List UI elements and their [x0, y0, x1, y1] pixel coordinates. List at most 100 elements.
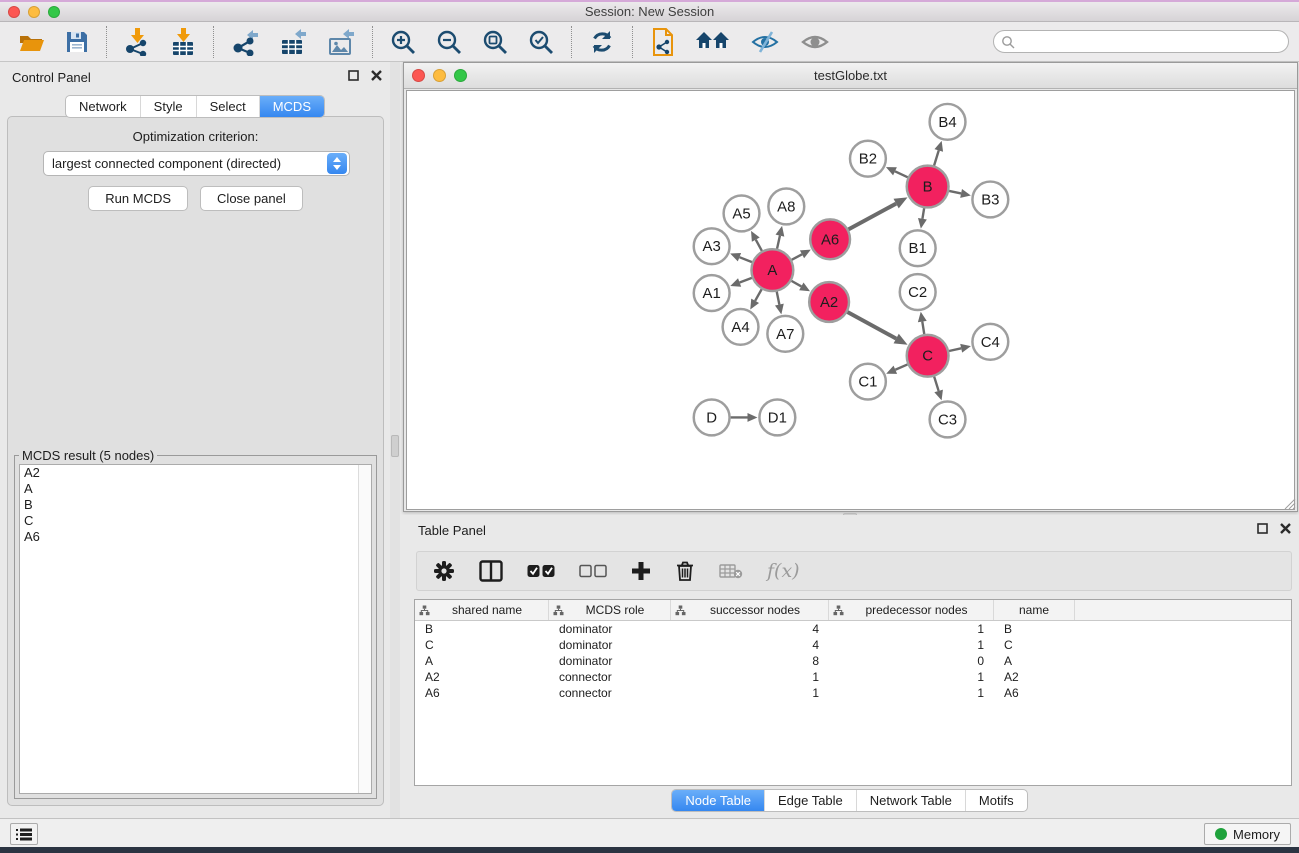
graph-edge[interactable] — [739, 257, 752, 262]
graph-edge[interactable] — [922, 208, 924, 219]
table-cell[interactable]: 1 — [829, 686, 994, 700]
zoom-selected-icon[interactable] — [528, 29, 554, 55]
mcds-result-item[interactable]: A — [20, 481, 371, 497]
export-table-icon[interactable] — [279, 28, 307, 56]
graph-edge[interactable] — [934, 150, 939, 165]
close-panel-button[interactable]: Close panel — [200, 186, 303, 211]
table-cell[interactable]: C — [994, 638, 1075, 652]
graph-edge[interactable] — [934, 377, 938, 391]
table-cell[interactable]: connector — [549, 686, 671, 700]
criterion-dropdown[interactable]: largest connected component (directed) — [43, 151, 350, 176]
table-cell[interactable]: dominator — [549, 654, 671, 668]
table-cell[interactable]: B — [994, 622, 1075, 636]
table-cell[interactable]: 0 — [829, 654, 994, 668]
graph-edge[interactable] — [949, 348, 961, 351]
graph-edge[interactable] — [777, 292, 780, 305]
network-window-titlebar[interactable]: testGlobe.txt — [404, 63, 1297, 89]
table-cell[interactable]: A — [994, 654, 1075, 668]
table-row[interactable]: Bdominator41B — [415, 621, 1291, 637]
graph-edge[interactable] — [756, 240, 762, 251]
resize-grip-icon[interactable] — [1283, 497, 1296, 510]
column-header-shared-name[interactable]: shared name — [415, 600, 549, 620]
divider-handle[interactable] — [391, 435, 399, 457]
graph-edge[interactable] — [847, 312, 896, 339]
table-cell[interactable]: A2 — [415, 670, 549, 684]
gear-icon[interactable] — [433, 560, 455, 582]
zoom-out-icon[interactable] — [436, 29, 462, 55]
table-cell[interactable]: 4 — [671, 638, 829, 652]
column-header-mcds-role[interactable]: MCDS role — [549, 600, 671, 620]
graph-edge[interactable] — [949, 191, 961, 193]
save-icon[interactable] — [65, 30, 89, 54]
table-cell[interactable]: 1 — [829, 638, 994, 652]
table-row[interactable]: Adominator80A — [415, 653, 1291, 669]
scrollbar[interactable] — [358, 465, 371, 793]
table-row[interactable]: A6connector11A6 — [415, 685, 1291, 701]
split-divider-vertical[interactable] — [390, 62, 400, 818]
mcds-result-item[interactable]: A6 — [20, 529, 371, 545]
tab-node-table[interactable]: Node Table — [672, 790, 764, 811]
table-cell[interactable]: dominator — [549, 622, 671, 636]
tab-select[interactable]: Select — [196, 96, 259, 117]
table-cell[interactable]: 1 — [829, 670, 994, 684]
graph-edge[interactable] — [740, 278, 752, 283]
export-network-icon[interactable] — [231, 28, 259, 56]
mcds-result-list[interactable]: A2ABCA6 — [19, 464, 372, 794]
table-cell[interactable]: connector — [549, 670, 671, 684]
node-table[interactable]: shared nameMCDS rolesuccessor nodesprede… — [414, 599, 1292, 786]
mcds-result-item[interactable]: A2 — [20, 465, 371, 481]
table-cell[interactable]: 4 — [671, 622, 829, 636]
import-network-icon[interactable] — [124, 28, 150, 56]
export-image-icon[interactable] — [327, 28, 355, 56]
table-row[interactable]: A2connector11A2 — [415, 669, 1291, 685]
table-cell[interactable]: 1 — [671, 670, 829, 684]
trash-icon[interactable] — [675, 560, 695, 582]
select-all-checkboxes-icon[interactable] — [527, 564, 555, 578]
table-cell[interactable]: A2 — [994, 670, 1075, 684]
tab-network[interactable]: Network — [66, 96, 140, 117]
mcds-result-item[interactable]: B — [20, 497, 371, 513]
table-cell[interactable]: 1 — [671, 686, 829, 700]
table-row[interactable]: Cdominator41C — [415, 637, 1291, 653]
add-column-icon[interactable] — [631, 561, 651, 581]
home-icon[interactable] — [696, 30, 730, 54]
tab-mcds[interactable]: MCDS — [259, 96, 324, 117]
column-header-predecessor-nodes[interactable]: predecessor nodes — [829, 600, 994, 620]
run-mcds-button[interactable]: Run MCDS — [88, 186, 188, 211]
table-cell[interactable]: A — [415, 654, 549, 668]
split-columns-icon[interactable] — [479, 560, 503, 582]
tab-edge-table[interactable]: Edge Table — [764, 790, 856, 811]
mcds-result-item[interactable]: C — [20, 513, 371, 529]
network-graph[interactable]: B4B2BB3A8A5A6A3B1AC2A1A2A4A7C4CC1DD1C3 — [406, 90, 1295, 510]
graph-edge[interactable] — [755, 289, 762, 301]
graph-edge[interactable] — [922, 322, 924, 335]
close-panel-icon[interactable] — [1280, 523, 1291, 534]
table-cell[interactable]: A6 — [415, 686, 549, 700]
graph-edge[interactable] — [848, 204, 896, 230]
table-cell[interactable]: C — [415, 638, 549, 652]
table-cell[interactable]: 8 — [671, 654, 829, 668]
graph-edge[interactable] — [895, 364, 907, 369]
hide-details-eye-icon[interactable] — [750, 30, 780, 54]
graph-edge[interactable] — [791, 281, 801, 287]
table-cell[interactable]: B — [415, 622, 549, 636]
search-input[interactable] — [993, 30, 1289, 53]
close-panel-icon[interactable] — [371, 70, 382, 81]
table-cell[interactable]: A6 — [994, 686, 1075, 700]
zoom-in-icon[interactable] — [390, 29, 416, 55]
refresh-icon[interactable] — [589, 29, 615, 55]
float-panel-icon[interactable] — [1257, 523, 1268, 534]
task-history-button[interactable] — [10, 823, 38, 845]
deselect-all-checkboxes-icon[interactable] — [579, 564, 607, 578]
column-header-successor-nodes[interactable]: successor nodes — [671, 600, 829, 620]
float-panel-icon[interactable] — [348, 70, 359, 81]
tab-motifs[interactable]: Motifs — [965, 790, 1027, 811]
graph-edge[interactable] — [895, 171, 908, 177]
memory-button[interactable]: Memory — [1204, 823, 1291, 845]
open-folder-icon[interactable] — [17, 30, 45, 54]
zoom-fit-icon[interactable] — [482, 29, 508, 55]
document-share-icon[interactable] — [650, 27, 676, 57]
table-cell[interactable]: dominator — [549, 638, 671, 652]
tab-style[interactable]: Style — [140, 96, 196, 117]
graph-edge[interactable] — [792, 254, 802, 260]
